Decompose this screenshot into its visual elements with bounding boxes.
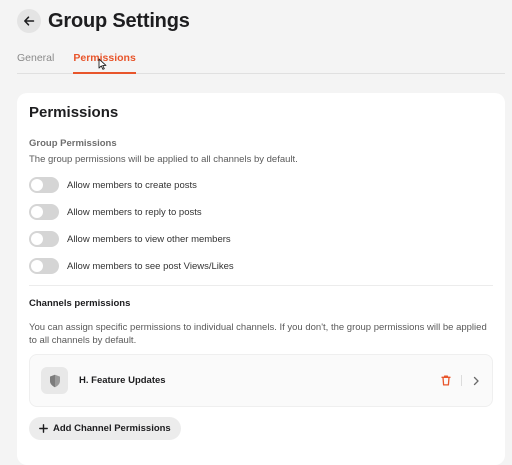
back-button[interactable] (17, 9, 41, 33)
toggle-row-views-likes: Allow members to see post Views/Likes (29, 258, 234, 274)
group-settings-page: Group Settings General Permissions Permi… (0, 0, 512, 465)
settings-tabs: General Permissions (17, 52, 505, 74)
toggle-knob (31, 233, 43, 245)
add-channel-permissions-button[interactable]: Add Channel Permissions (29, 417, 181, 440)
mouse-pointer-icon (98, 58, 107, 70)
toggle-knob (31, 206, 43, 218)
channel-permission-item[interactable]: H. Feature Updates (29, 354, 493, 407)
views-likes-toggle[interactable] (29, 258, 59, 274)
toggle-label: Allow members to view other members (67, 233, 231, 245)
add-channel-permissions-label: Add Channel Permissions (53, 423, 171, 434)
permissions-card: Permissions Group Permissions The group … (17, 93, 505, 465)
channel-actions (441, 375, 480, 386)
open-channel-button[interactable] (472, 376, 480, 386)
channel-name: H. Feature Updates (79, 375, 166, 386)
card-title: Permissions (29, 104, 119, 121)
delete-channel-button[interactable] (441, 375, 451, 386)
trash-icon (441, 375, 451, 386)
toggle-row-create-posts: Allow members to create posts (29, 177, 197, 193)
channel-icon-container (41, 367, 68, 394)
plus-icon (39, 424, 48, 433)
arrow-left-icon (24, 16, 35, 26)
toggle-knob (31, 260, 43, 272)
channels-permissions-description: You can assign specific permissions to i… (29, 322, 487, 346)
toggle-knob (31, 179, 43, 191)
section-divider (29, 285, 493, 286)
channels-permissions-heading: Channels permissions (29, 298, 131, 309)
reply-posts-toggle[interactable] (29, 204, 59, 220)
group-permissions-heading: Group Permissions (29, 138, 117, 149)
toggle-row-view-members: Allow members to view other members (29, 231, 231, 247)
toggle-label: Allow members to reply to posts (67, 206, 202, 218)
page-title: Group Settings (48, 9, 190, 32)
toggle-label: Allow members to see post Views/Likes (67, 260, 234, 272)
chevron-right-icon (473, 376, 479, 385)
page-header: Group Settings (17, 9, 190, 33)
group-permissions-description: The group permissions will be applied to… (29, 154, 298, 165)
tab-general[interactable]: General (17, 52, 54, 74)
shield-icon (49, 374, 60, 387)
action-separator (461, 375, 462, 386)
create-posts-toggle[interactable] (29, 177, 59, 193)
toggle-label: Allow members to create posts (67, 179, 197, 191)
toggle-row-reply-posts: Allow members to reply to posts (29, 204, 202, 220)
view-members-toggle[interactable] (29, 231, 59, 247)
